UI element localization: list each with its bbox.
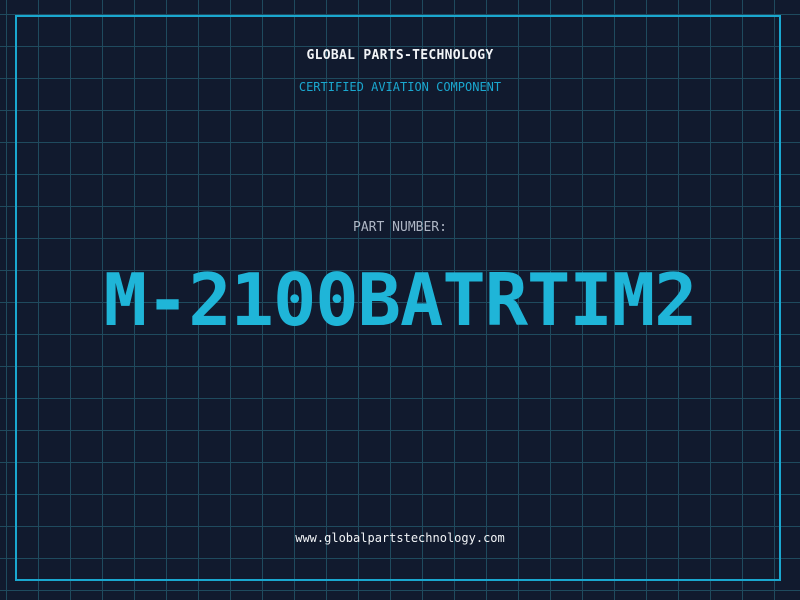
company-name: GLOBAL PARTS-TECHNOLOGY	[306, 48, 494, 63]
part-number-value: M-2100BATRTIM2	[103, 258, 698, 342]
label-canvas: GLOBAL PARTS-TECHNOLOGY CERTIFIED AVIATI…	[0, 0, 800, 600]
website-url: www.globalpartstechnology.com	[295, 531, 505, 545]
part-number-label: PART NUMBER:	[353, 220, 447, 235]
certification-tagline: CERTIFIED AVIATION COMPONENT	[298, 80, 502, 94]
